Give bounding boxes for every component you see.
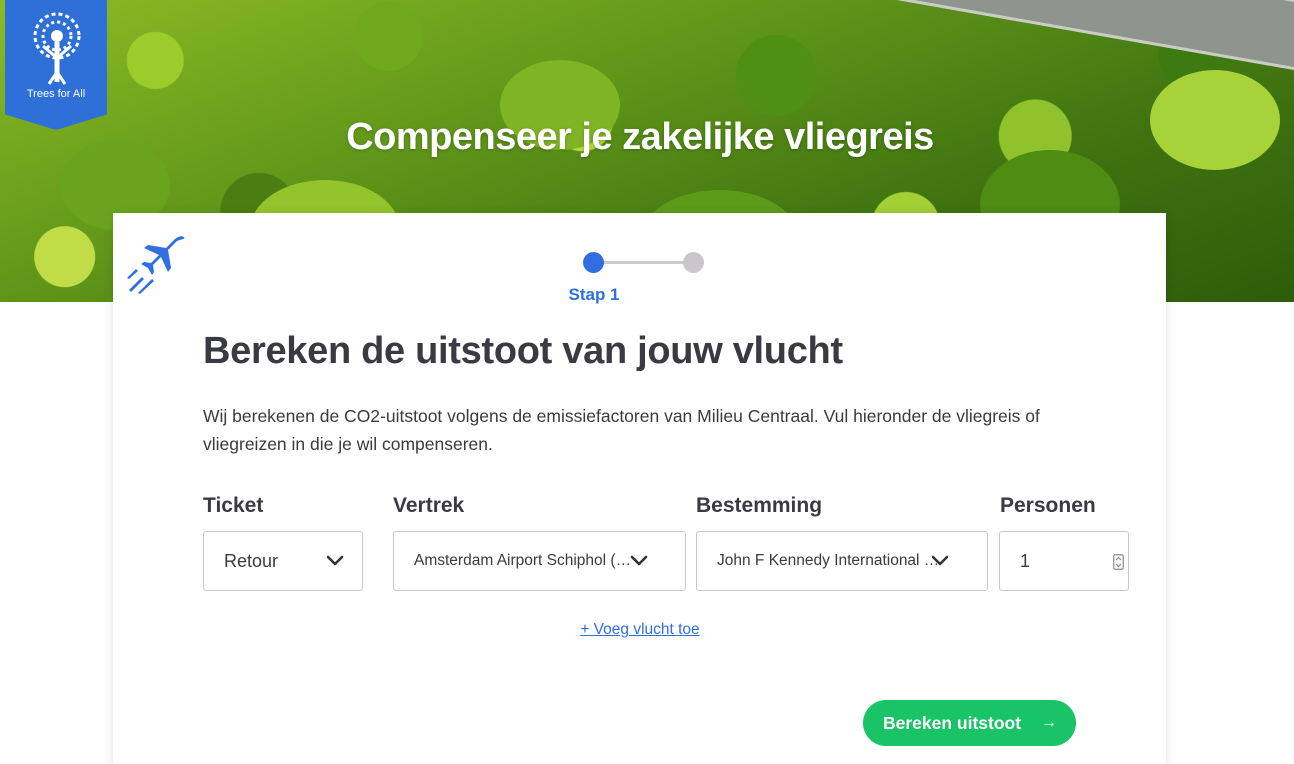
persons-label: Personen — [1000, 494, 1096, 517]
destination-label: Bestemming — [696, 494, 823, 517]
departure-value: Amsterdam Airport Schiphol (… — [414, 552, 632, 569]
current-step-label: Stap 1 — [568, 285, 620, 304]
brand-name: Trees for All — [26, 88, 86, 100]
departure-select[interactable]: Amsterdam Airport Schiphol (… — [393, 531, 686, 591]
hero-title: Compenseer je zakelijke vliegreis — [346, 116, 934, 158]
calculator-card: Stap 1 Bereken de uitstoot van jouw vluc… — [113, 213, 1166, 764]
destination-select[interactable]: John F Kennedy International … — [696, 531, 988, 591]
brand-logo[interactable]: Trees for All — [5, 0, 107, 130]
ticket-select[interactable]: Retour — [203, 531, 363, 591]
arrow-right-icon: → — [1041, 714, 1057, 731]
calculate-button-label: Bereken uitstoot — [883, 713, 1022, 733]
ticket-value: Retour — [224, 551, 279, 571]
tree-person-icon — [33, 12, 81, 85]
form-intro: Wij berekenen de CO2-uitstoot volgens de… — [203, 406, 1040, 454]
chevron-down-icon — [931, 555, 949, 566]
step-2-dot — [683, 252, 704, 273]
calculate-emissions-button[interactable]: Bereken uitstoot → — [863, 700, 1076, 746]
stepper-line — [594, 261, 694, 264]
ticket-label: Ticket — [203, 494, 264, 517]
destination-value: John F Kennedy International … — [717, 552, 937, 569]
persons-value: 1 — [1020, 551, 1031, 571]
chevron-down-icon — [326, 555, 344, 566]
airplane-icon — [127, 236, 185, 294]
number-spinner-icon[interactable] — [1113, 554, 1124, 570]
progress-stepper — [583, 252, 705, 274]
add-flight-link[interactable]: + Voeg vlucht toe — [577, 621, 703, 639]
departure-label: Vertrek — [393, 494, 465, 517]
persons-input[interactable]: 1 — [999, 531, 1129, 591]
form-heading: Bereken de uitstoot van jouw vlucht — [203, 330, 843, 372]
chevron-down-icon — [630, 555, 648, 566]
step-1-dot — [583, 252, 604, 273]
